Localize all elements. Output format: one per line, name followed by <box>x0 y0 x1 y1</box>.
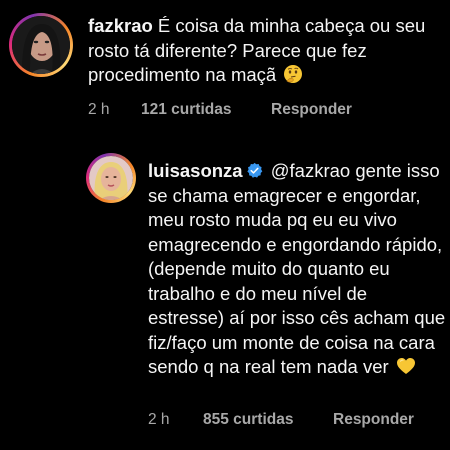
comment-time: 2 h <box>88 101 110 118</box>
reply-username[interactable]: luisasonza <box>148 160 243 181</box>
reply-button[interactable]: Responder <box>271 101 352 119</box>
verified-badge-icon <box>246 162 262 178</box>
reply-meta: 2 h 855 curtidas Responder <box>148 411 438 431</box>
avatar-story-ring[interactable] <box>86 153 136 203</box>
reply-time: 2 h <box>148 411 170 428</box>
comment-meta: 2 h 121 curtidas Responder <box>88 101 428 121</box>
reply-item: luisasonza @fazkrao gente isso se chama … <box>0 143 450 443</box>
comment-username[interactable]: fazkrao <box>88 15 153 36</box>
avatar[interactable] <box>89 156 133 200</box>
comment-body: fazkrao É coisa da minha cabeça ou seu r… <box>88 14 443 88</box>
reply-body: luisasonza @fazkrao gente isso se chama … <box>148 159 446 380</box>
avatar-story-ring[interactable] <box>9 13 73 77</box>
comment-item: fazkrao É coisa da minha cabeça ou seu r… <box>0 0 450 135</box>
reply-button[interactable]: Responder <box>333 411 414 429</box>
reply-text: @fazkrao gente isso se chama emagrecer e… <box>148 160 446 377</box>
reply-likes[interactable]: 855 curtidas <box>203 411 293 429</box>
comment-likes[interactable]: 121 curtidas <box>141 101 231 119</box>
yellow-heart-emoji-icon <box>396 358 415 374</box>
avatar[interactable] <box>12 16 70 74</box>
thinking-face-emoji-icon <box>284 65 303 83</box>
